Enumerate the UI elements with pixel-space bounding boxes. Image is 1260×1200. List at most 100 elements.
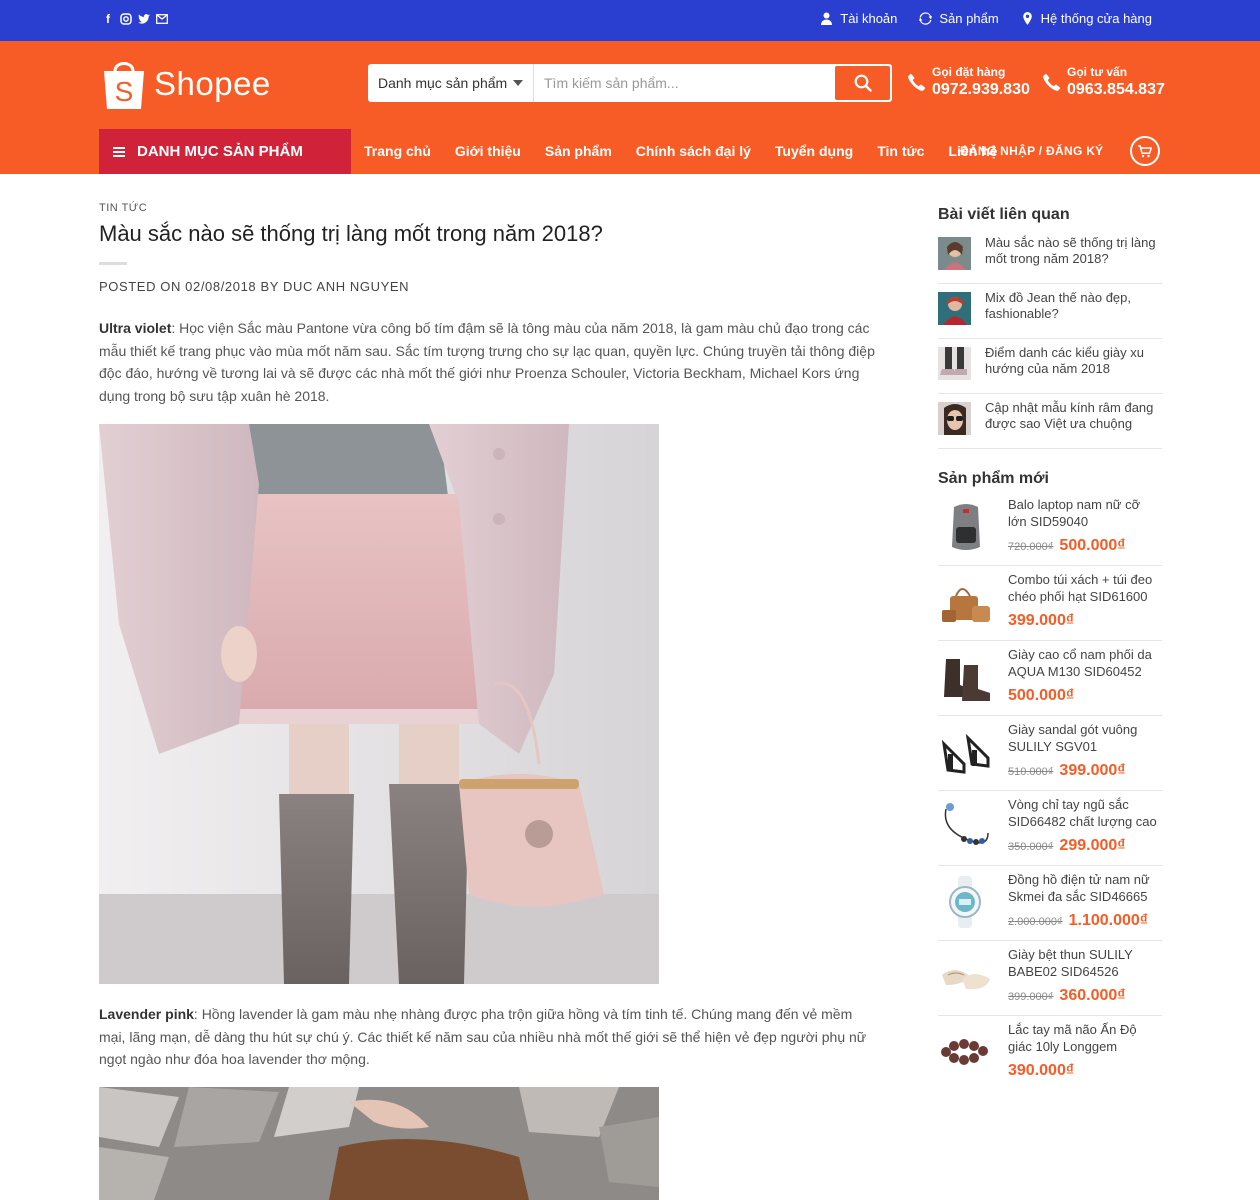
paragraph-2-heading: Lavender pink (99, 1006, 194, 1022)
product-thumbnail (938, 949, 994, 1005)
stores-label: Hệ thống cửa hàng (1040, 11, 1152, 26)
product-price: 350.000₫ 299.000₫ (1008, 837, 1125, 855)
related-post-title: Cập nhật mẫu kính râm đang được sao Việt… (985, 400, 1154, 431)
related-post-title: Mix đồ Jean thế nào đẹp, fashionable? (985, 290, 1131, 321)
product-price: 399.000₫ (1008, 612, 1074, 630)
product-thumbnail (938, 874, 994, 930)
product-price: 510.000₫ 399.000₫ (1008, 762, 1125, 780)
product-name: Giày sandal gót vuông SULILY SGV01 (1008, 722, 1138, 754)
header: S Shopee Danh mục sản phẩm Gọi đặt hàng … (0, 41, 1260, 174)
product-item[interactable]: Lắc tay mã não Ấn Độ giác 10ly Longgem 3… (938, 1016, 1162, 1091)
category-select[interactable]: Danh mục sản phẩm (368, 64, 534, 102)
article-category[interactable]: TIN TỨC (99, 202, 147, 214)
shopping-bag-icon: S (100, 57, 148, 111)
products-link[interactable]: Sản phẩm (919, 11, 999, 26)
hotline-consult-label: Gọi tư vấn (1067, 65, 1128, 79)
nav-agency-policy[interactable]: Chính sách đại lý (636, 143, 751, 159)
search-button[interactable] (835, 66, 890, 100)
hamburger-icon (113, 146, 125, 157)
product-price: 399.000₫ 360.000₫ (1008, 987, 1125, 1005)
category-select-value: Danh mục sản phẩm (378, 75, 508, 91)
paragraph-1-heading: Ultra violet (99, 320, 172, 336)
location-icon (1022, 12, 1032, 25)
article-meta: POSTED ON 02/08/2018 BY DUC ANH NGUYEN (99, 279, 410, 294)
product-thumbnail (938, 649, 994, 705)
product-item[interactable]: Giày sandal gót vuông SULILY SGV01 510.0… (938, 716, 1162, 791)
hotline-order-number: 0972.939.830 (932, 81, 1030, 98)
user-icon (821, 12, 833, 25)
product-thumbnail (938, 1024, 994, 1080)
phone-icon (908, 73, 926, 91)
related-post-thumbnail (938, 347, 971, 380)
product-price: 2.000.000₫ 1.100.000₫ (1008, 912, 1148, 930)
product-thumbnail (938, 574, 994, 630)
instagram-icon[interactable] (120, 12, 132, 26)
category-menu-label: DANH MỤC SẢN PHẨM (137, 143, 303, 160)
product-name: Vòng chỉ tay ngũ sắc SID66482 chất lượng… (1008, 797, 1157, 829)
related-post[interactable]: Màu sắc nào sẽ thống trị làng mốt trong … (938, 229, 1162, 284)
main-nav: Trang chủ Giới thiệu Sản phẩm Chính sách… (364, 143, 1021, 159)
product-name: Giày bệt thun SULILY BABE02 SID64526 (1008, 947, 1133, 979)
hotline-order-label: Gọi đặt hàng (932, 65, 1006, 79)
hotline-consult[interactable]: Gọi tư vấn 0963.854.837 (1043, 65, 1165, 99)
related-post[interactable]: Điểm danh các kiểu giày xu hướng của năm… (938, 339, 1162, 394)
account-link[interactable]: Tài khoản (820, 11, 897, 26)
product-sale-price: 399.000₫ (1059, 762, 1126, 779)
hotline-consult-number: 0963.854.837 (1067, 81, 1165, 98)
logo[interactable]: S Shopee (100, 57, 271, 111)
product-sale-price: 360.000₫ (1059, 987, 1126, 1004)
related-posts-title: Bài viết liên quan (938, 206, 1070, 223)
product-item[interactable]: Balo laptop nam nữ cỡ lớn SID59040 720.0… (938, 491, 1162, 566)
stores-link[interactable]: Hệ thống cửa hàng (1021, 11, 1152, 26)
related-post-title: Màu sắc nào sẽ thống trị làng mốt trong … (985, 235, 1156, 266)
product-name: Combo túi xách + túi đeo chéo phối hạt S… (1008, 572, 1153, 604)
product-old-price: 2.000.000₫ (1008, 916, 1063, 928)
login-register-link[interactable]: ĐĂNG NHẬP / ĐĂNG KÝ (960, 144, 1104, 158)
cart-icon (1138, 144, 1152, 157)
title-divider (99, 262, 127, 265)
product-item[interactable]: Vòng chỉ tay ngũ sắc SID66482 chất lượng… (938, 791, 1162, 866)
product-item[interactable]: Đồng hồ điện tử nam nữ Skmei đa sắc SID4… (938, 866, 1162, 941)
email-icon[interactable] (156, 12, 168, 26)
nav-home[interactable]: Trang chủ (364, 143, 431, 159)
article-image-pink-outfit (99, 424, 659, 984)
product-item[interactable]: Giày cao cổ nam phối da AQUA M130 SID604… (938, 641, 1162, 716)
paragraph-1-text: : Học viện Sắc màu Pantone vừa công bố t… (99, 320, 875, 404)
cart-button[interactable] (1130, 136, 1160, 166)
product-sale-price: 299.000₫ (1059, 837, 1126, 854)
category-menu-button[interactable]: DANH MỤC SẢN PHẨM (99, 129, 351, 174)
nav-news[interactable]: Tin tức (877, 143, 924, 159)
logo-text: Shopee (154, 65, 271, 102)
product-name: Giày cao cổ nam phối da AQUA M130 SID604… (1008, 647, 1152, 679)
related-post-thumbnail (938, 402, 971, 435)
article-paragraph-2: Lavender pink: Hồng lavender là gam màu … (99, 1003, 879, 1071)
article-paragraph-1: Ultra violet: Học viện Sắc màu Pantone v… (99, 317, 879, 407)
svg-text:S: S (115, 76, 134, 107)
product-sale-price: 500.000₫ (1008, 687, 1075, 704)
related-post[interactable]: Cập nhật mẫu kính râm đang được sao Việt… (938, 394, 1162, 449)
twitter-icon[interactable] (138, 12, 150, 26)
product-price: 720.000₫ 500.000₫ (1008, 537, 1125, 555)
product-old-price: 720.000₫ (1008, 541, 1054, 553)
nav-about[interactable]: Giới thiệu (455, 143, 521, 159)
product-price: 390.000₫ (1008, 1062, 1074, 1080)
product-item[interactable]: Giày bệt thun SULILY BABE02 SID64526 399… (938, 941, 1162, 1016)
product-name: Balo laptop nam nữ cỡ lớn SID59040 (1008, 497, 1141, 529)
product-sale-price: 399.000₫ (1008, 612, 1075, 629)
product-sale-price: 500.000₫ (1059, 537, 1126, 554)
product-item[interactable]: Combo túi xách + túi đeo chéo phối hạt S… (938, 566, 1162, 641)
new-products-title: Sản phẩm mới (938, 470, 1049, 487)
paragraph-2-text: : Hồng lavender là gam màu nhẹ nhàng đượ… (99, 1006, 867, 1067)
related-post[interactable]: Mix đồ Jean thế nào đẹp, fashionable? (938, 284, 1162, 339)
account-label: Tài khoản (840, 11, 898, 26)
chevron-down-icon (513, 80, 523, 86)
facebook-icon[interactable]: f (102, 12, 114, 26)
hotline-order[interactable]: Gọi đặt hàng 0972.939.830 (908, 65, 1030, 99)
article-title: Màu sắc nào sẽ thống trị làng mốt trong … (99, 221, 603, 246)
search-input[interactable] (534, 64, 833, 102)
products-label: Sản phẩm (939, 11, 999, 26)
refresh-icon (919, 12, 933, 25)
search-icon (854, 74, 872, 92)
nav-recruitment[interactable]: Tuyển dụng (775, 143, 853, 159)
nav-products[interactable]: Sản phẩm (545, 143, 612, 159)
